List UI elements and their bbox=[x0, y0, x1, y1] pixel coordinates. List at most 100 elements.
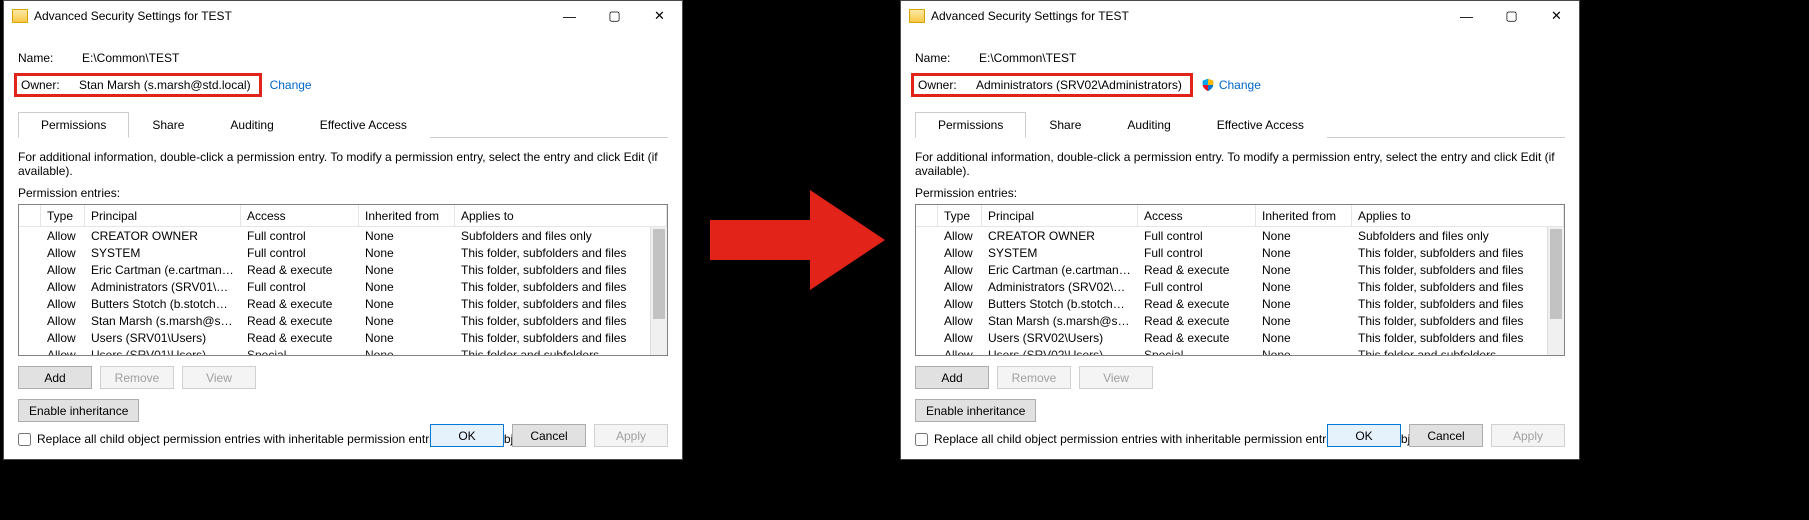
maximize-button[interactable]: ▢ bbox=[592, 1, 637, 31]
cell-access: Read & execute bbox=[1138, 297, 1256, 311]
table-row[interactable]: AllowUsers (SRV02\Users)Read & executeNo… bbox=[916, 329, 1564, 346]
col-access[interactable]: Access bbox=[241, 205, 359, 226]
titlebar[interactable]: Advanced Security Settings for TEST — ▢ … bbox=[901, 1, 1579, 31]
tab-effective-access[interactable]: Effective Access bbox=[1194, 112, 1327, 138]
col-access[interactable]: Access bbox=[1138, 205, 1256, 226]
cell-principal: Users (SRV02\Users) bbox=[982, 348, 1138, 356]
cell-access: Full control bbox=[241, 229, 359, 243]
close-button[interactable]: ✕ bbox=[637, 1, 682, 31]
col-applies[interactable]: Applies to bbox=[455, 205, 667, 226]
table-row[interactable]: AllowAdministrators (SRV02\Admi...Full c… bbox=[916, 278, 1564, 295]
permissions-table[interactable]: Type Principal Access Inherited from App… bbox=[915, 204, 1565, 356]
enable-inheritance-row: Enable inheritance bbox=[915, 399, 1565, 422]
table-row[interactable]: AllowUsers (SRV02\Users)SpecialNoneThis … bbox=[916, 346, 1564, 355]
table-row[interactable]: AllowButters Stotch (b.stotch@std...Read… bbox=[916, 295, 1564, 312]
minimize-button[interactable]: — bbox=[547, 1, 592, 31]
col-icon[interactable] bbox=[916, 205, 938, 226]
cell-access: Read & execute bbox=[241, 331, 359, 345]
col-inherited[interactable]: Inherited from bbox=[1256, 205, 1352, 226]
permissions-table[interactable]: Type Principal Access Inherited from App… bbox=[18, 204, 668, 356]
titlebar[interactable]: Advanced Security Settings for TEST — ▢ … bbox=[4, 1, 682, 31]
replace-checkbox[interactable] bbox=[915, 433, 928, 446]
scroll-thumb[interactable] bbox=[653, 229, 665, 319]
scroll-thumb[interactable] bbox=[1550, 229, 1562, 319]
cell-type: Allow bbox=[938, 348, 982, 356]
col-type[interactable]: Type bbox=[41, 205, 85, 226]
minimize-button[interactable]: — bbox=[1444, 1, 1489, 31]
ok-button[interactable]: OK bbox=[430, 424, 504, 447]
cell-access: Special bbox=[1138, 348, 1256, 356]
entry-buttons: Add Remove View bbox=[915, 366, 1565, 389]
col-type[interactable]: Type bbox=[938, 205, 982, 226]
table-row[interactable]: AllowStan Marsh (s.marsh@std.loc...Read … bbox=[916, 312, 1564, 329]
info-text: For additional information, double-click… bbox=[915, 150, 1565, 178]
tab-permissions[interactable]: Permissions bbox=[18, 112, 129, 138]
cell-principal: Users (SRV02\Users) bbox=[982, 331, 1138, 345]
table-row[interactable]: AllowCREATOR OWNERFull controlNoneSubfol… bbox=[916, 227, 1564, 244]
cell-principal: Administrators (SRV01\Admi... bbox=[85, 280, 241, 294]
table-row[interactable]: AllowStan Marsh (s.marsh@std.loc...Read … bbox=[19, 312, 667, 329]
change-owner-link[interactable]: Change bbox=[1201, 78, 1261, 92]
tab-effective-access[interactable]: Effective Access bbox=[297, 112, 430, 138]
cell-inherited: None bbox=[359, 229, 455, 243]
cell-type: Allow bbox=[41, 314, 85, 328]
add-button[interactable]: Add bbox=[18, 366, 92, 389]
cell-access: Special bbox=[241, 348, 359, 356]
table-row[interactable]: AllowEric Cartman (e.cartman@st...Read &… bbox=[19, 261, 667, 278]
close-button[interactable]: ✕ bbox=[1534, 1, 1579, 31]
cell-principal: Administrators (SRV02\Admi... bbox=[982, 280, 1138, 294]
table-row[interactable]: AllowSYSTEMFull controlNoneThis folder, … bbox=[916, 244, 1564, 261]
table-body[interactable]: AllowCREATOR OWNERFull controlNoneSubfol… bbox=[916, 227, 1564, 355]
cell-type: Allow bbox=[41, 348, 85, 356]
cell-type: Allow bbox=[938, 331, 982, 345]
folder-icon bbox=[909, 9, 925, 23]
cell-applies: This folder, subfolders and files bbox=[455, 263, 667, 277]
cancel-button[interactable]: Cancel bbox=[512, 424, 586, 447]
col-applies[interactable]: Applies to bbox=[1352, 205, 1564, 226]
table-body[interactable]: AllowCREATOR OWNERFull controlNoneSubfol… bbox=[19, 227, 667, 355]
info-text: For additional information, double-click… bbox=[18, 150, 668, 178]
replace-checkbox[interactable] bbox=[18, 433, 31, 446]
table-row[interactable]: AllowEric Cartman (e.cartman@st...Read &… bbox=[916, 261, 1564, 278]
dialog-content: Name: E:\Common\TEST Owner: Administrato… bbox=[901, 31, 1579, 458]
table-row[interactable]: AllowUsers (SRV01\Users)Read & executeNo… bbox=[19, 329, 667, 346]
table-row[interactable]: AllowUsers (SRV01\Users)SpecialNoneThis … bbox=[19, 346, 667, 355]
scrollbar[interactable] bbox=[650, 227, 667, 355]
tab-share[interactable]: Share bbox=[1026, 112, 1104, 138]
cell-applies: This folder, subfolders and files bbox=[1352, 263, 1564, 277]
tab-permissions[interactable]: Permissions bbox=[915, 112, 1026, 138]
col-principal[interactable]: Principal bbox=[85, 205, 241, 226]
cancel-button[interactable]: Cancel bbox=[1409, 424, 1483, 447]
maximize-button[interactable]: ▢ bbox=[1489, 1, 1534, 31]
col-principal[interactable]: Principal bbox=[982, 205, 1138, 226]
col-icon[interactable] bbox=[19, 205, 41, 226]
enable-inheritance-button[interactable]: Enable inheritance bbox=[915, 399, 1036, 422]
scrollbar[interactable] bbox=[1547, 227, 1564, 355]
table-row[interactable]: AllowSYSTEMFull controlNoneThis folder, … bbox=[19, 244, 667, 261]
tabs: Permissions Share Auditing Effective Acc… bbox=[18, 111, 668, 138]
table-row[interactable]: AllowCREATOR OWNERFull controlNoneSubfol… bbox=[19, 227, 667, 244]
col-inherited[interactable]: Inherited from bbox=[359, 205, 455, 226]
tab-auditing[interactable]: Auditing bbox=[207, 112, 296, 138]
name-label: Name: bbox=[18, 51, 82, 65]
cell-applies: This folder, subfolders and files bbox=[455, 297, 667, 311]
cell-principal: Eric Cartman (e.cartman@st... bbox=[982, 263, 1138, 277]
cell-applies: This folder, subfolders and files bbox=[1352, 314, 1564, 328]
tab-share[interactable]: Share bbox=[129, 112, 207, 138]
enable-inheritance-button[interactable]: Enable inheritance bbox=[18, 399, 139, 422]
ok-button[interactable]: OK bbox=[1327, 424, 1401, 447]
cell-inherited: None bbox=[359, 263, 455, 277]
cell-principal: Users (SRV01\Users) bbox=[85, 348, 241, 356]
cell-inherited: None bbox=[359, 246, 455, 260]
cell-inherited: None bbox=[1256, 348, 1352, 356]
cell-access: Read & execute bbox=[241, 263, 359, 277]
change-owner-link[interactable]: Change bbox=[270, 78, 312, 92]
tab-auditing[interactable]: Auditing bbox=[1104, 112, 1193, 138]
table-row[interactable]: AllowButters Stotch (b.stotch@std...Read… bbox=[19, 295, 667, 312]
add-button[interactable]: Add bbox=[915, 366, 989, 389]
cell-principal: SYSTEM bbox=[982, 246, 1138, 260]
table-row[interactable]: AllowAdministrators (SRV01\Admi...Full c… bbox=[19, 278, 667, 295]
window-buttons: — ▢ ✕ bbox=[547, 1, 682, 31]
cell-type: Allow bbox=[41, 229, 85, 243]
folder-icon bbox=[12, 9, 28, 23]
